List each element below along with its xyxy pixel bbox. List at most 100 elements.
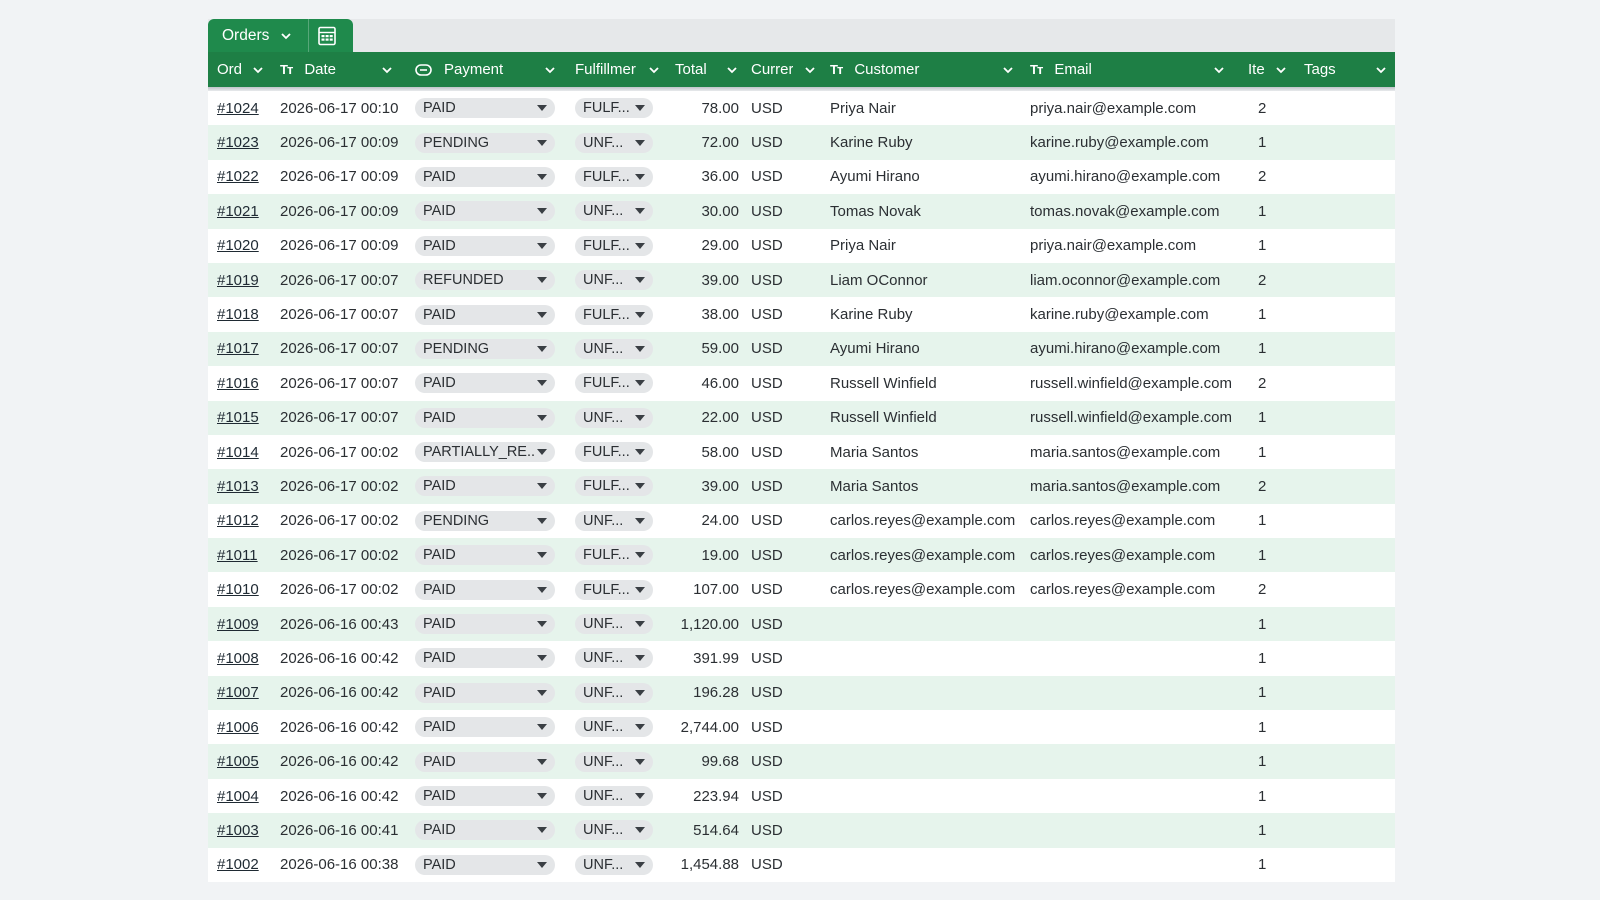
date-cell[interactable]: 2026-06-17 00:02 bbox=[280, 469, 412, 503]
dropdown-caret-icon[interactable] bbox=[537, 689, 547, 696]
payment-cell[interactable]: PAID bbox=[415, 676, 563, 710]
tags-cell[interactable] bbox=[1304, 744, 1388, 778]
order-link[interactable]: #1006 bbox=[217, 719, 259, 736]
items-cell[interactable]: 1 bbox=[1258, 813, 1288, 847]
payment-status-select[interactable]: PENDING bbox=[415, 132, 555, 153]
payment-status-select[interactable]: PAID bbox=[415, 614, 555, 635]
payment-status-select[interactable]: PAID bbox=[415, 373, 555, 394]
email-cell[interactable]: tomas.novak@example.com bbox=[1030, 194, 1248, 228]
items-cell[interactable]: 1 bbox=[1258, 332, 1288, 366]
chevron-down-icon[interactable] bbox=[543, 63, 557, 81]
order-link[interactable]: #1007 bbox=[217, 684, 259, 701]
dropdown-caret-icon[interactable] bbox=[635, 552, 645, 559]
chevron-down-icon[interactable] bbox=[1274, 63, 1288, 81]
email-cell[interactable]: maria.santos@example.com bbox=[1030, 435, 1248, 469]
tags-cell[interactable] bbox=[1304, 607, 1388, 641]
fulfillment-status-select[interactable]: UNF... bbox=[575, 132, 653, 153]
order-link[interactable]: #1015 bbox=[217, 409, 259, 426]
tags-cell[interactable] bbox=[1304, 676, 1388, 710]
payment-cell[interactable]: PAID bbox=[415, 401, 563, 435]
dropdown-caret-icon[interactable] bbox=[537, 414, 547, 421]
order-link[interactable]: #1017 bbox=[217, 340, 259, 357]
currency-cell[interactable]: USD bbox=[751, 332, 817, 366]
total-cell[interactable]: 196.28 bbox=[661, 676, 739, 710]
order-link[interactable]: #1020 bbox=[217, 237, 259, 254]
total-cell[interactable]: 99.68 bbox=[661, 744, 739, 778]
col-header-order[interactable]: Ord bbox=[217, 52, 265, 87]
chevron-down-icon[interactable] bbox=[647, 63, 661, 81]
fulfillment-status-select[interactable]: UNF... bbox=[575, 270, 653, 291]
col-header-payment[interactable]: Payment bbox=[415, 52, 557, 87]
payment-cell[interactable]: REFUNDED bbox=[415, 263, 563, 297]
currency-cell[interactable]: USD bbox=[751, 538, 817, 572]
customer-cell[interactable]: Priya Nair bbox=[830, 229, 1026, 263]
tags-cell[interactable] bbox=[1304, 125, 1388, 159]
currency-cell[interactable]: USD bbox=[751, 229, 817, 263]
date-cell[interactable]: 2026-06-16 00:42 bbox=[280, 779, 412, 813]
payment-status-select[interactable]: PAID bbox=[415, 682, 555, 703]
table-row[interactable]: #1010 2026-06-17 00:02 PAID FULF... 107.… bbox=[208, 572, 1395, 607]
currency-cell[interactable]: USD bbox=[751, 676, 817, 710]
currency-cell[interactable]: USD bbox=[751, 366, 817, 400]
payment-status-select[interactable]: PAID bbox=[415, 717, 555, 738]
order-link[interactable]: #1010 bbox=[217, 581, 259, 598]
fulfillment-cell[interactable]: UNF... bbox=[575, 744, 661, 778]
fulfillment-cell[interactable]: FULF... bbox=[575, 538, 661, 572]
payment-status-select[interactable]: PAID bbox=[415, 407, 555, 428]
col-header-tags[interactable]: Tags bbox=[1304, 52, 1388, 87]
payment-status-select[interactable]: PAID bbox=[415, 201, 555, 222]
payment-status-select[interactable]: PAID bbox=[415, 751, 555, 772]
fulfillment-status-select[interactable]: UNF... bbox=[575, 407, 653, 428]
dropdown-caret-icon[interactable] bbox=[635, 758, 645, 765]
currency-cell[interactable]: USD bbox=[751, 848, 817, 882]
table-row[interactable]: #1014 2026-06-17 00:02 PARTIALLY_RE... F… bbox=[208, 434, 1395, 470]
fulfillment-status-select[interactable]: UNF... bbox=[575, 201, 653, 222]
customer-cell[interactable]: Tomas Novak bbox=[830, 194, 1026, 228]
fulfillment-status-select[interactable]: UNF... bbox=[575, 820, 653, 841]
currency-cell[interactable]: USD bbox=[751, 813, 817, 847]
payment-cell[interactable]: PAID bbox=[415, 538, 563, 572]
currency-cell[interactable]: USD bbox=[751, 125, 817, 159]
fulfillment-cell[interactable]: UNF... bbox=[575, 607, 661, 641]
tags-cell[interactable] bbox=[1304, 469, 1388, 503]
fulfillment-cell[interactable]: FULF... bbox=[575, 229, 661, 263]
currency-cell[interactable]: USD bbox=[751, 263, 817, 297]
payment-cell[interactable]: PAID bbox=[415, 469, 563, 503]
fulfillment-status-select[interactable]: UNF... bbox=[575, 614, 653, 635]
dropdown-caret-icon[interactable] bbox=[537, 208, 547, 215]
dropdown-caret-icon[interactable] bbox=[635, 655, 645, 662]
fulfillment-cell[interactable]: FULF... bbox=[575, 297, 661, 331]
customer-cell[interactable] bbox=[830, 607, 1026, 641]
payment-cell[interactable]: PAID bbox=[415, 229, 563, 263]
dropdown-caret-icon[interactable] bbox=[635, 139, 645, 146]
total-cell[interactable]: 46.00 bbox=[661, 366, 739, 400]
total-cell[interactable]: 39.00 bbox=[661, 469, 739, 503]
currency-cell[interactable]: USD bbox=[751, 91, 817, 125]
customer-cell[interactable] bbox=[830, 744, 1026, 778]
order-link[interactable]: #1023 bbox=[217, 134, 259, 151]
chevron-down-icon[interactable] bbox=[1001, 63, 1015, 81]
tags-cell[interactable] bbox=[1304, 504, 1388, 538]
items-cell[interactable]: 2 bbox=[1258, 263, 1288, 297]
tags-cell[interactable] bbox=[1304, 366, 1388, 400]
fulfillment-status-select[interactable]: FULF... bbox=[575, 579, 653, 600]
currency-cell[interactable]: USD bbox=[751, 779, 817, 813]
table-row[interactable]: #1021 2026-06-17 00:09 PAID UNF... 30.00… bbox=[208, 194, 1395, 229]
date-cell[interactable]: 2026-06-16 00:38 bbox=[280, 848, 412, 882]
fulfillment-cell[interactable]: FULF... bbox=[575, 572, 661, 606]
date-cell[interactable]: 2026-06-17 00:09 bbox=[280, 194, 412, 228]
email-cell[interactable] bbox=[1030, 710, 1248, 744]
email-cell[interactable]: liam.oconnor@example.com bbox=[1030, 263, 1248, 297]
col-header-customer[interactable]: Tт Customer bbox=[830, 52, 1015, 87]
payment-cell[interactable]: PAID bbox=[415, 572, 563, 606]
payment-cell[interactable]: PARTIALLY_RE... bbox=[415, 435, 563, 469]
dropdown-caret-icon[interactable] bbox=[537, 242, 547, 249]
customer-cell[interactable]: carlos.reyes@example.com bbox=[830, 504, 1026, 538]
payment-cell[interactable]: PAID bbox=[415, 641, 563, 675]
fulfillment-status-select[interactable]: UNF... bbox=[575, 717, 653, 738]
tags-cell[interactable] bbox=[1304, 779, 1388, 813]
payment-status-select[interactable]: PAID bbox=[415, 235, 555, 256]
date-cell[interactable]: 2026-06-16 00:42 bbox=[280, 744, 412, 778]
total-cell[interactable]: 107.00 bbox=[661, 572, 739, 606]
payment-status-select[interactable]: PAID bbox=[415, 545, 555, 566]
